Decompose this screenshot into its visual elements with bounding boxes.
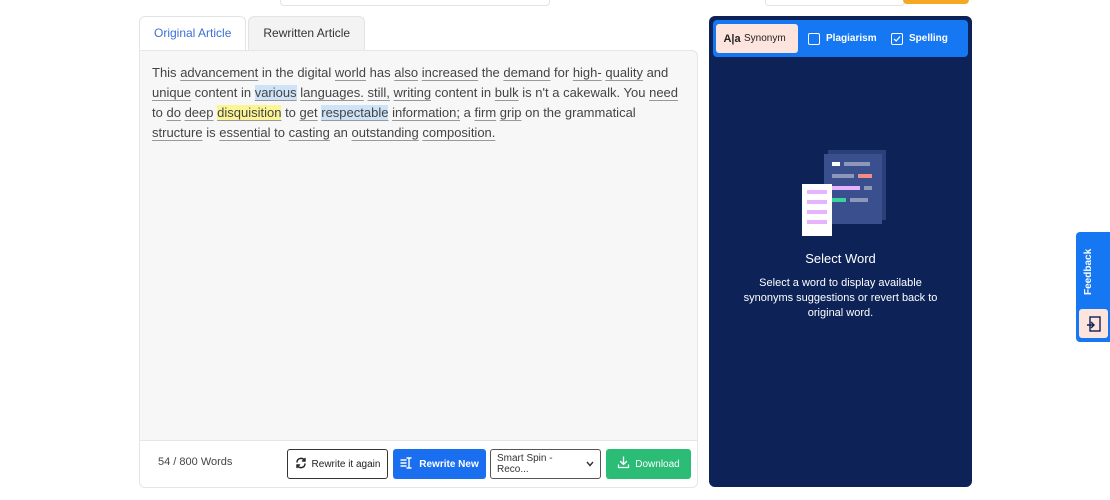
chevron-down-icon [586, 459, 594, 470]
replaceable-word[interactable]: get [300, 105, 318, 120]
check-icon [891, 32, 903, 45]
rewrite-again-button[interactable]: Rewrite it again [287, 449, 388, 479]
replaceable-word[interactable]: need [649, 85, 678, 100]
tab-spelling-label: Spelling [909, 33, 948, 44]
article-editor: This advancement in the digital world ha… [139, 50, 698, 488]
replaceable-word[interactable]: increased [422, 65, 478, 80]
article-word: the [481, 65, 500, 80]
article-word: grammatical [564, 105, 636, 120]
tab-original-article[interactable]: Original Article [139, 16, 247, 50]
feedback-icon[interactable] [1079, 309, 1108, 338]
replaceable-word[interactable]: essential [219, 125, 270, 140]
replaceable-word[interactable]: also [394, 65, 418, 80]
article-word: a [552, 85, 560, 100]
highlighted-word[interactable]: disquisition [217, 105, 282, 120]
article-word: in [240, 85, 252, 100]
article-word: content [194, 85, 238, 100]
article-word: and [646, 65, 669, 80]
select-word-description: Select a word to display available synon… [743, 277, 938, 319]
feedback-label: Feedback [1083, 248, 1094, 296]
replaceable-word[interactable]: deep [185, 105, 214, 120]
tab-synonym-label: Synonym [744, 33, 786, 44]
replaceable-word[interactable]: firm [474, 105, 496, 120]
rewrite-icon [400, 456, 414, 472]
replaceable-word[interactable]: composition. [422, 125, 495, 140]
synonym-icon: A|a [723, 32, 741, 45]
article-word: the [275, 65, 294, 80]
article-word: to [285, 105, 296, 120]
article-word: is [206, 125, 216, 140]
article-word: digital [297, 65, 332, 80]
replaceable-word[interactable]: unique [152, 85, 191, 100]
highlighted-word[interactable]: various [254, 85, 297, 100]
paraphraser-page: Original Article Rewritten Article This … [0, 0, 1110, 500]
download-button[interactable]: Download [606, 449, 691, 479]
article-word: cakewalk. [563, 85, 621, 100]
article-word: in [481, 85, 492, 100]
article-word: This [152, 65, 177, 80]
replaceable-word[interactable]: bulk [495, 85, 519, 100]
rewrite-new-label: Rewrite New [419, 458, 479, 470]
article-word: has [369, 65, 391, 80]
article-word: an [333, 125, 348, 140]
tab-plagiarism-label: Plagiarism [826, 33, 877, 44]
top-input-remnant[interactable] [280, 0, 550, 6]
editor-footer: 54 / 800 Words Rewrite it again Rewrite … [140, 440, 697, 487]
replaceable-word[interactable]: still, [368, 85, 390, 100]
tab-spelling[interactable]: Spelling [891, 24, 948, 53]
spin-mode-value: Smart Spin -Reco... [497, 453, 553, 475]
replaceable-word[interactable]: writing [394, 85, 432, 100]
article-word: to [274, 125, 285, 140]
replaceable-word[interactable]: demand [503, 65, 550, 80]
tab-plagiarism[interactable]: Plagiarism [808, 24, 877, 53]
article-text[interactable]: This advancement in the digital world ha… [152, 63, 687, 143]
article-word: is [522, 85, 532, 100]
feedback-widget[interactable]: Feedback [1076, 232, 1110, 342]
article-word: for [554, 65, 570, 80]
replaceable-word[interactable]: do [166, 105, 180, 120]
article-word: in [261, 65, 272, 80]
rewrite-again-label: Rewrite it again [311, 458, 381, 470]
top-select-remnant[interactable] [765, 0, 905, 6]
spin-mode-select[interactable]: Smart Spin -Reco... [490, 449, 601, 479]
replaceable-word[interactable]: grip [500, 105, 522, 120]
word-count: 54 / 800 Words [158, 456, 233, 468]
select-word-title: Select Word [805, 251, 876, 266]
replaceable-word[interactable]: outstanding [352, 125, 419, 140]
highlighted-word[interactable]: respectable [321, 105, 389, 120]
article-word: You [623, 85, 646, 100]
replaceable-word[interactable]: quality [605, 65, 643, 80]
article-word: content [434, 85, 478, 100]
top-action-button-remnant[interactable] [903, 0, 969, 4]
article-tabs: Original Article Rewritten Article [139, 16, 366, 50]
tab-synonym[interactable]: A|a Synonym [716, 24, 798, 53]
replaceable-word[interactable]: high- [573, 65, 602, 80]
article-word: the [543, 105, 562, 120]
article-word: a [463, 105, 471, 120]
select-word-illustration [800, 146, 890, 241]
download-icon [617, 456, 630, 472]
replaceable-word[interactable]: advancement [180, 65, 258, 80]
tab-rewritten-article[interactable]: Rewritten Article [248, 16, 366, 50]
article-word: to [152, 105, 163, 120]
replaceable-word[interactable]: information; [392, 105, 460, 120]
document-copy-icon [808, 32, 820, 45]
download-label: Download [635, 458, 680, 470]
synonym-panel: A|a Synonym Plagiarism Spelling Select W… [709, 16, 972, 487]
replaceable-word[interactable]: languages. [300, 85, 364, 100]
article-word: n't [535, 85, 549, 100]
replaceable-word[interactable]: world [335, 65, 366, 80]
article-word: on [525, 105, 540, 120]
rewrite-new-button[interactable]: Rewrite New [393, 449, 486, 479]
side-panel-tabs: A|a Synonym Plagiarism Spelling [713, 20, 968, 57]
replaceable-word[interactable]: casting [289, 125, 330, 140]
refresh-icon [295, 457, 307, 472]
replaceable-word[interactable]: structure [152, 125, 203, 140]
